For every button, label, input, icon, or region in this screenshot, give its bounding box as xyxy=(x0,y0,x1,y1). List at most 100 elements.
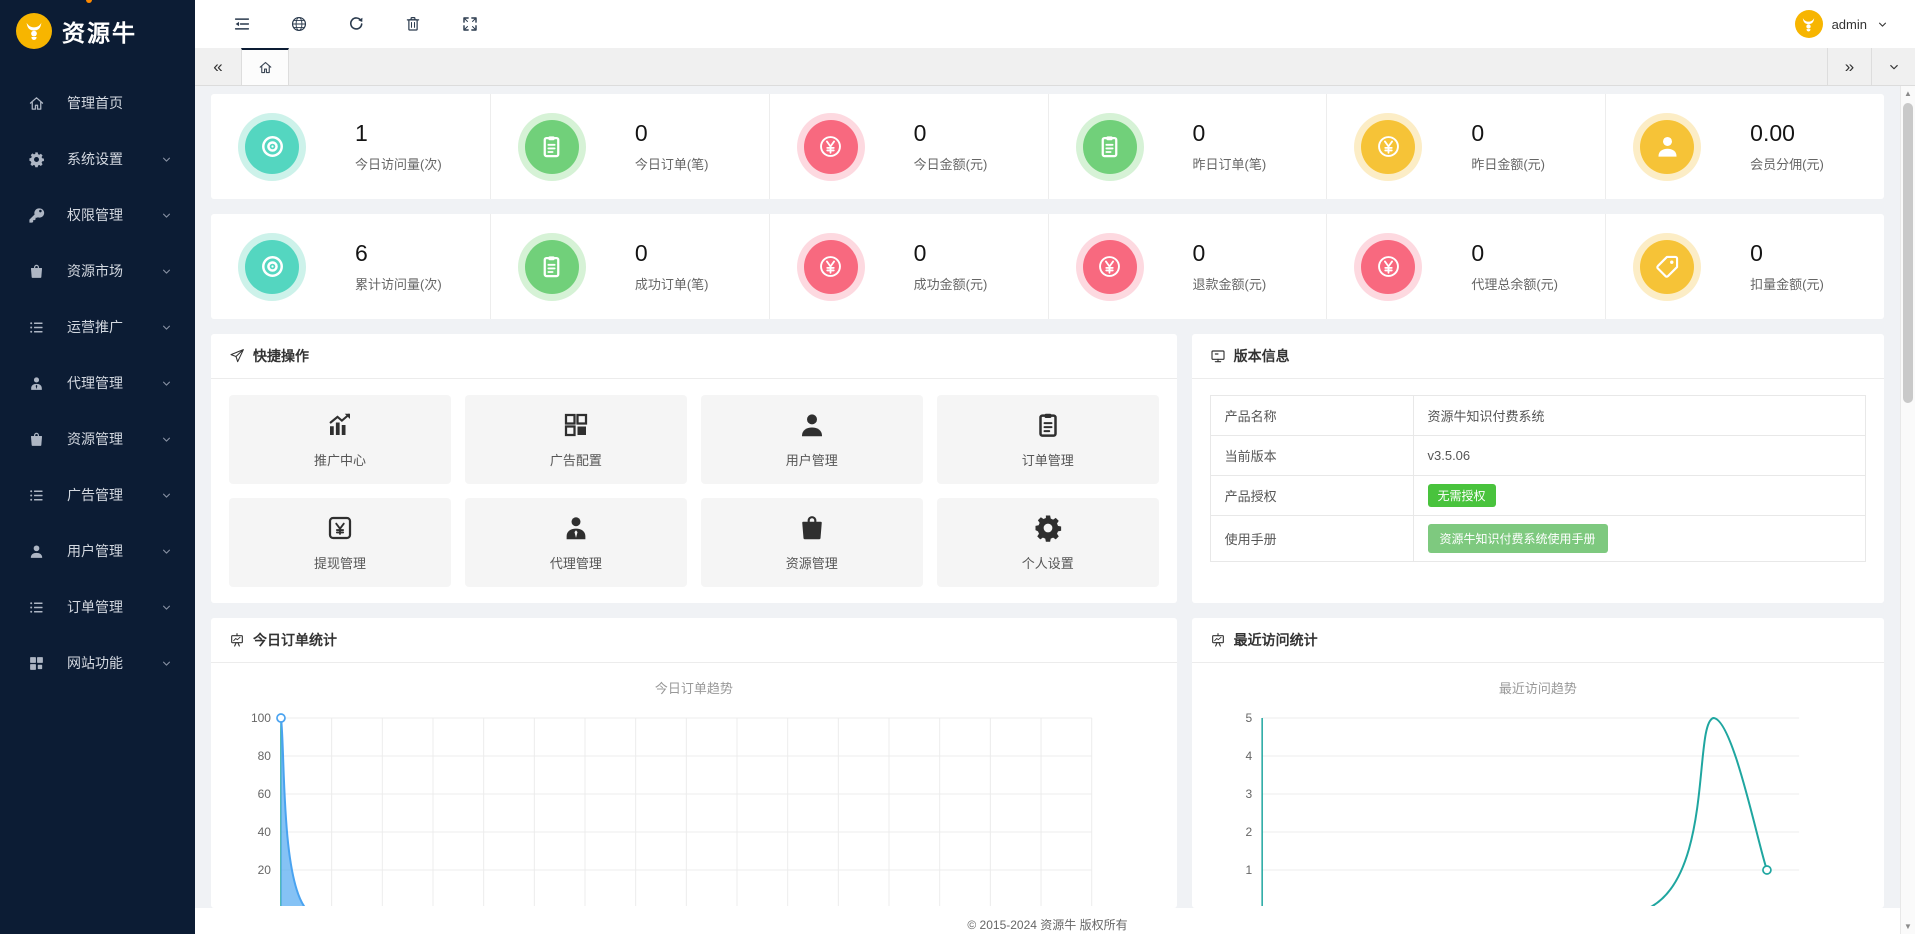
product-name-value: 资源牛知识付费系统 xyxy=(1414,396,1865,435)
stats-panel-totals: 6 累计访问量(次) 0 成功订单(笔) 0 成功金额(元) 0 退款金额(元) xyxy=(211,214,1884,319)
brand-name: 资源牛 xyxy=(62,14,137,48)
version-table: 产品名称 资源牛知识付费系统 当前版本 v3.5.06 产品授权 无需授权 xyxy=(1210,395,1866,562)
scroll-up-arrow-icon[interactable]: ▲ xyxy=(1901,86,1915,101)
sidebar-item-resources[interactable]: 资源管理 xyxy=(0,416,195,462)
sidebar-item-ads[interactable]: 广告管理 xyxy=(0,472,195,518)
bag-icon xyxy=(28,431,45,448)
tab-home[interactable] xyxy=(241,48,289,85)
tabs-more-button[interactable] xyxy=(1871,48,1915,85)
quick-action-user-management[interactable]: 用户管理 xyxy=(701,395,923,484)
stat-label: 今日订单(笔) xyxy=(635,154,709,173)
stat-value: 6 xyxy=(355,240,442,267)
stats-panel-today: 1 今日访问量(次) 0 今日订单(笔) 0 今日金额(元) 0 昨日订单(笔) xyxy=(211,94,1884,199)
stat-label: 昨日金额(元) xyxy=(1471,154,1545,173)
sidebar-item-home[interactable]: 管理首页 xyxy=(0,80,195,126)
list-icon xyxy=(28,319,45,336)
panel-title: 今日订单统计 xyxy=(253,630,337,650)
tabs-scroll-right-button[interactable]: » xyxy=(1827,48,1871,85)
clipboard-icon xyxy=(1083,120,1137,174)
panel-title: 快捷操作 xyxy=(253,346,309,366)
sidebar-item-site-features[interactable]: 网站功能 xyxy=(0,640,195,686)
stat-value: 1 xyxy=(355,120,442,147)
tabs-scroll-right-glyph: » xyxy=(1845,57,1854,77)
stat-label: 扣量金额(元) xyxy=(1750,274,1824,293)
recent-visits-header: 最近访问统计 xyxy=(1192,618,1884,663)
version-value: v3.5.06 xyxy=(1414,436,1865,475)
sidebar-item-orders[interactable]: 订单管理 xyxy=(0,584,195,630)
stat-value: 0 xyxy=(914,240,988,267)
agent-icon xyxy=(28,375,45,392)
scroll-down-arrow-icon[interactable]: ▼ xyxy=(1901,919,1915,934)
stat-label: 退款金额(元) xyxy=(1193,274,1267,293)
sidebar-item-label: 代理管理 xyxy=(67,373,160,393)
user-manual-button[interactable]: 资源牛知识付费系统使用手册 xyxy=(1428,524,1608,553)
trash-icon[interactable] xyxy=(404,15,422,33)
stat-success-orders: 0 成功订单(笔) xyxy=(490,214,769,319)
chevron-down-icon xyxy=(160,321,173,334)
svg-text:3: 3 xyxy=(1245,787,1252,801)
tag-icon xyxy=(1640,240,1694,294)
quick-action-personal-settings[interactable]: 个人设置 xyxy=(937,498,1159,587)
stat-value: 0 xyxy=(1471,240,1558,267)
copyright-footer: © 2015-2024 资源牛 版权所有 xyxy=(195,908,1900,934)
monitor-icon xyxy=(1210,348,1226,364)
svg-text:5: 5 xyxy=(1245,711,1252,725)
chart-area: 54321 xyxy=(1192,706,1884,906)
user-icon xyxy=(797,410,827,440)
key-icon xyxy=(28,207,45,224)
sidebar: 资源牛 管理首页 系统设置 权限管理 资源市场 xyxy=(0,0,195,934)
sidebar-menu: 管理首页 系统设置 权限管理 资源市场 运营推广 xyxy=(0,62,195,686)
table-row: 当前版本 v3.5.06 xyxy=(1211,435,1865,475)
table-row: 产品名称 资源牛知识付费系统 xyxy=(1211,396,1865,435)
quick-action-promotion-center[interactable]: 推广中心 xyxy=(229,395,451,484)
svg-text:100: 100 xyxy=(251,711,271,725)
sidebar-item-label: 用户管理 xyxy=(67,541,160,561)
sidebar-item-label: 广告管理 xyxy=(67,485,160,505)
sidebar-item-resource-market[interactable]: 资源市场 xyxy=(0,248,195,294)
stat-refund-amount: 0 退款金额(元) xyxy=(1048,214,1327,319)
user-menu[interactable]: admin xyxy=(1795,10,1889,38)
topbar: admin xyxy=(195,0,1915,48)
main-area: admin « » 1 今日访问量(次) xyxy=(195,0,1915,934)
sidebar-item-system-settings[interactable]: 系统设置 xyxy=(0,136,195,182)
tabs-scroll-left-button[interactable]: « xyxy=(195,48,241,85)
brand-logo[interactable]: 资源牛 xyxy=(0,0,195,62)
list-icon xyxy=(28,487,45,504)
yen-icon xyxy=(804,240,858,294)
bag-icon xyxy=(28,263,45,280)
sidebar-item-users[interactable]: 用户管理 xyxy=(0,528,195,574)
sidebar-item-label: 网站功能 xyxy=(67,653,160,673)
trend-chart-icon xyxy=(325,410,355,440)
sidebar-item-permissions[interactable]: 权限管理 xyxy=(0,192,195,238)
quick-action-order-management[interactable]: 订单管理 xyxy=(937,395,1159,484)
vertical-scrollbar[interactable]: ▲ ▼ xyxy=(1900,86,1915,934)
stat-member-commission: 0.00 会员分佣(元) xyxy=(1605,94,1884,199)
recent-visits-line-chart: 54321 xyxy=(1192,706,1884,906)
quick-actions-panel: 快捷操作 推广中心 广告配置 用户管理 xyxy=(211,334,1177,603)
quick-action-label: 订单管理 xyxy=(1022,450,1074,469)
stat-deducted-amount: 0 扣量金额(元) xyxy=(1605,214,1884,319)
globe-icon[interactable] xyxy=(290,15,308,33)
svg-text:2: 2 xyxy=(1245,825,1252,839)
stat-value: 0 xyxy=(914,120,988,147)
quick-action-withdraw-management[interactable]: 提现管理 xyxy=(229,498,451,587)
quick-action-agent-management[interactable]: 代理管理 xyxy=(465,498,687,587)
menu-fold-icon[interactable] xyxy=(233,15,251,33)
scrollbar-thumb[interactable] xyxy=(1903,103,1913,403)
list-icon xyxy=(28,599,45,616)
quick-action-resource-management[interactable]: 资源管理 xyxy=(701,498,923,587)
fullscreen-icon[interactable] xyxy=(461,15,479,33)
withdraw-yen-icon xyxy=(325,513,355,543)
sidebar-item-agents[interactable]: 代理管理 xyxy=(0,360,195,406)
sidebar-item-operations[interactable]: 运营推广 xyxy=(0,304,195,350)
refresh-icon[interactable] xyxy=(347,15,365,33)
quick-action-label: 提现管理 xyxy=(314,553,366,572)
stat-label: 今日访问量(次) xyxy=(355,154,442,173)
quick-action-ad-config[interactable]: 广告配置 xyxy=(465,395,687,484)
sidebar-item-label: 订单管理 xyxy=(67,597,160,617)
user-name: admin xyxy=(1832,17,1867,32)
quick-actions-header: 快捷操作 xyxy=(211,334,1177,379)
user-icon xyxy=(28,543,45,560)
today-orders-line-chart: 10080604020 xyxy=(211,706,1177,906)
chevron-down-icon xyxy=(160,153,173,166)
